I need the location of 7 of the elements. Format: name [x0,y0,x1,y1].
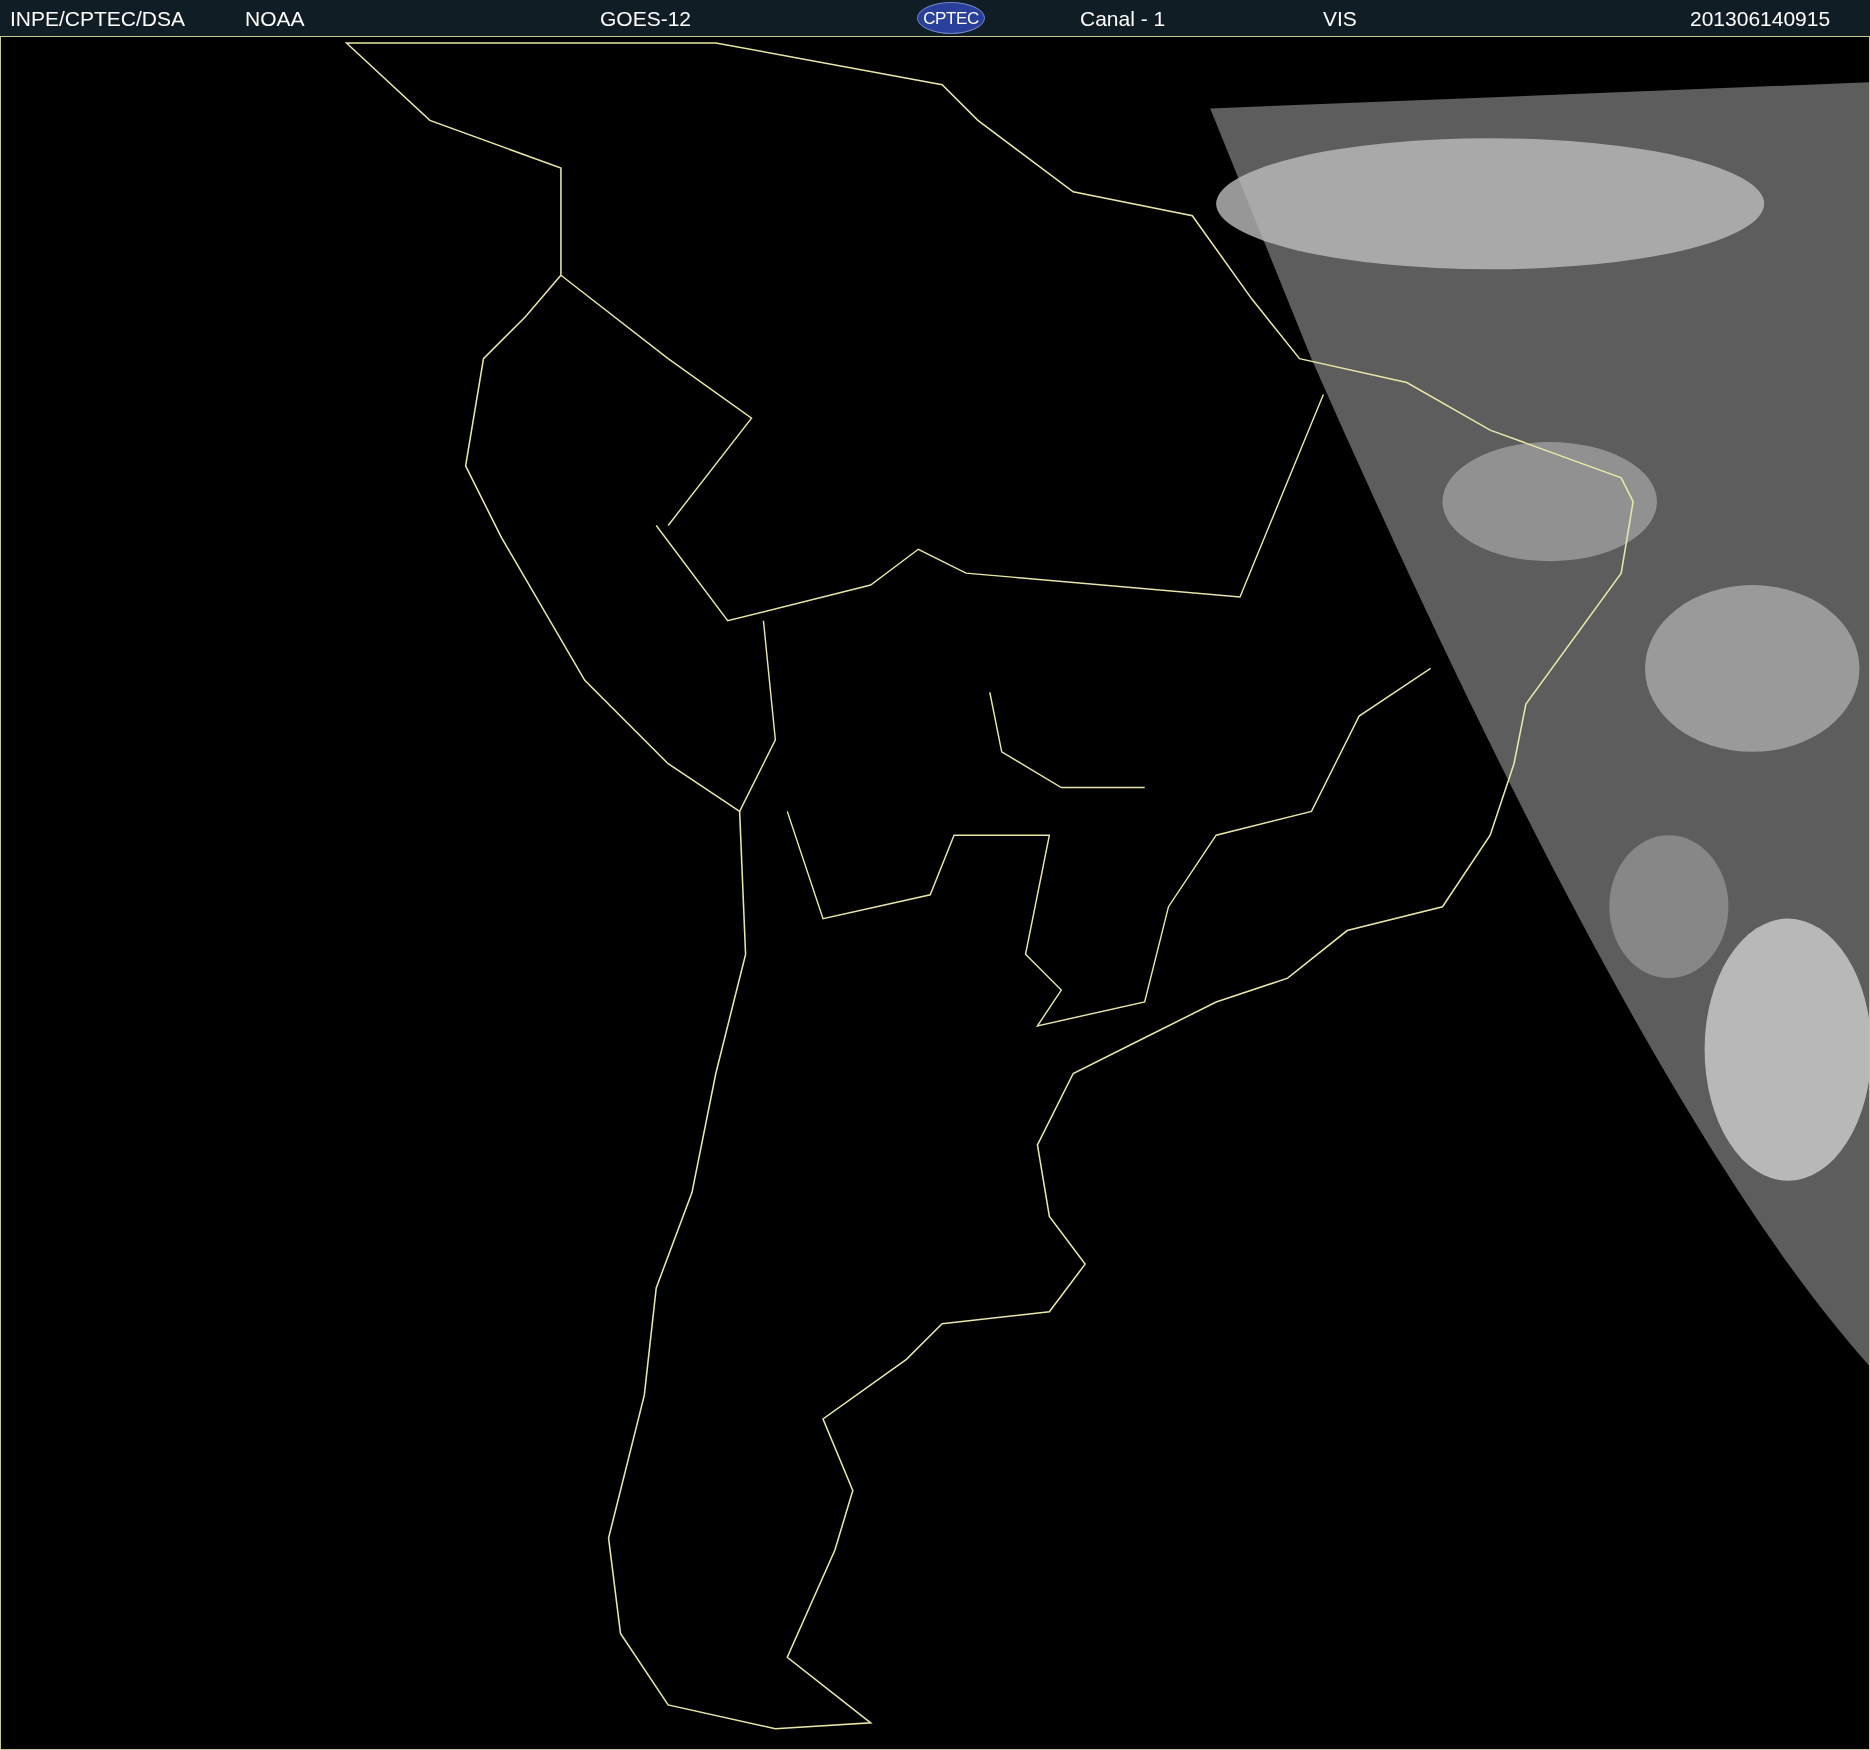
header-label: 201306140915 [1690,7,1831,29]
header-label: INPE/CPTEC/DSA [10,7,186,29]
logo: CPTEC [917,2,985,34]
header-label: Canal - 1 [1080,7,1166,29]
header-label: NOAA [245,7,305,29]
header-label: GOES-12 [600,7,692,29]
header-label: VIS [1323,7,1357,29]
